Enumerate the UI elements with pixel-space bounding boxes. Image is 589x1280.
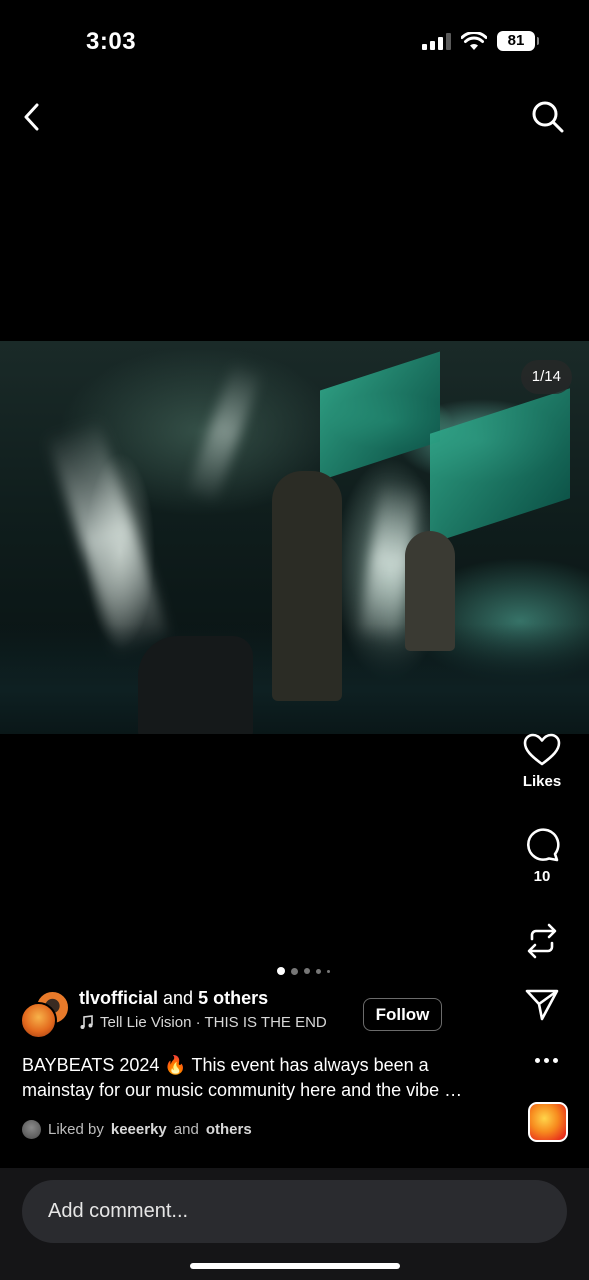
author-line[interactable]: tlvofficial and 5 others [79,988,268,1009]
like-action[interactable]: Likes [513,733,571,790]
liked-by-others[interactable]: others [206,1121,252,1138]
likes-label: Likes [522,773,562,790]
status-time: 3:03 [86,28,137,55]
author-username[interactable]: tlvofficial [79,988,158,1008]
follow-button[interactable]: Follow [363,998,442,1031]
music-label: Tell Lie Vision · THIS IS THE END [100,1014,327,1031]
carousel-dots [277,967,330,975]
comment-box[interactable] [22,1180,567,1243]
chevron-left-icon[interactable] [18,100,48,134]
liked-by[interactable]: Liked by keeerky and others [22,1120,252,1139]
author-avatars[interactable] [20,990,72,1040]
liked-by-and: and [173,1121,199,1138]
wifi-icon [461,31,487,50]
music-note-icon [80,1015,93,1029]
singer-figure [272,471,342,701]
repost-action[interactable] [513,922,571,960]
repost-icon[interactable] [525,922,559,960]
comment-bar [0,1168,589,1280]
share-action[interactable] [513,988,571,1022]
comment-icon[interactable] [524,828,560,862]
light-beam [186,360,264,502]
send-icon[interactable] [524,988,560,1022]
guitarist-figure [405,531,455,651]
comment-action[interactable]: 10 [513,828,571,885]
carousel-dot [327,969,330,973]
avatar [22,1120,41,1139]
author-and: and [163,988,194,1008]
stage-screen [320,351,440,481]
stage-monitor [138,636,253,734]
audio-thumbnail[interactable] [528,1102,568,1142]
more-icon[interactable] [535,1058,558,1063]
liked-by-user[interactable]: keeerky [111,1121,167,1138]
comment-input[interactable] [48,1180,528,1243]
carousel-dot [316,968,321,974]
music-info[interactable]: Tell Lie Vision · THIS IS THE END [79,1014,327,1031]
post-photo[interactable]: 1/14 [0,341,589,734]
search-icon[interactable] [531,100,565,134]
image-counter: 1/14 [520,360,572,394]
post-caption[interactable]: BAYBEATS 2024 🔥 This event has always be… [22,1053,502,1103]
status-indicators: 81 [422,31,539,51]
comments-count: 10 [533,868,551,885]
carousel-dot [291,967,298,975]
battery-icon: 81 [497,31,539,51]
cellular-signal-icon [422,32,451,50]
carousel-dot-active [277,967,285,975]
liked-by-prefix: Liked by [48,1121,104,1138]
light-beam [45,418,170,654]
author-others[interactable]: 5 others [198,988,268,1008]
carousel-dot [304,968,310,974]
home-indicator[interactable] [190,1263,400,1269]
avatar[interactable] [20,1002,57,1039]
heart-icon[interactable] [523,733,561,767]
stage-screen-right [430,388,570,544]
